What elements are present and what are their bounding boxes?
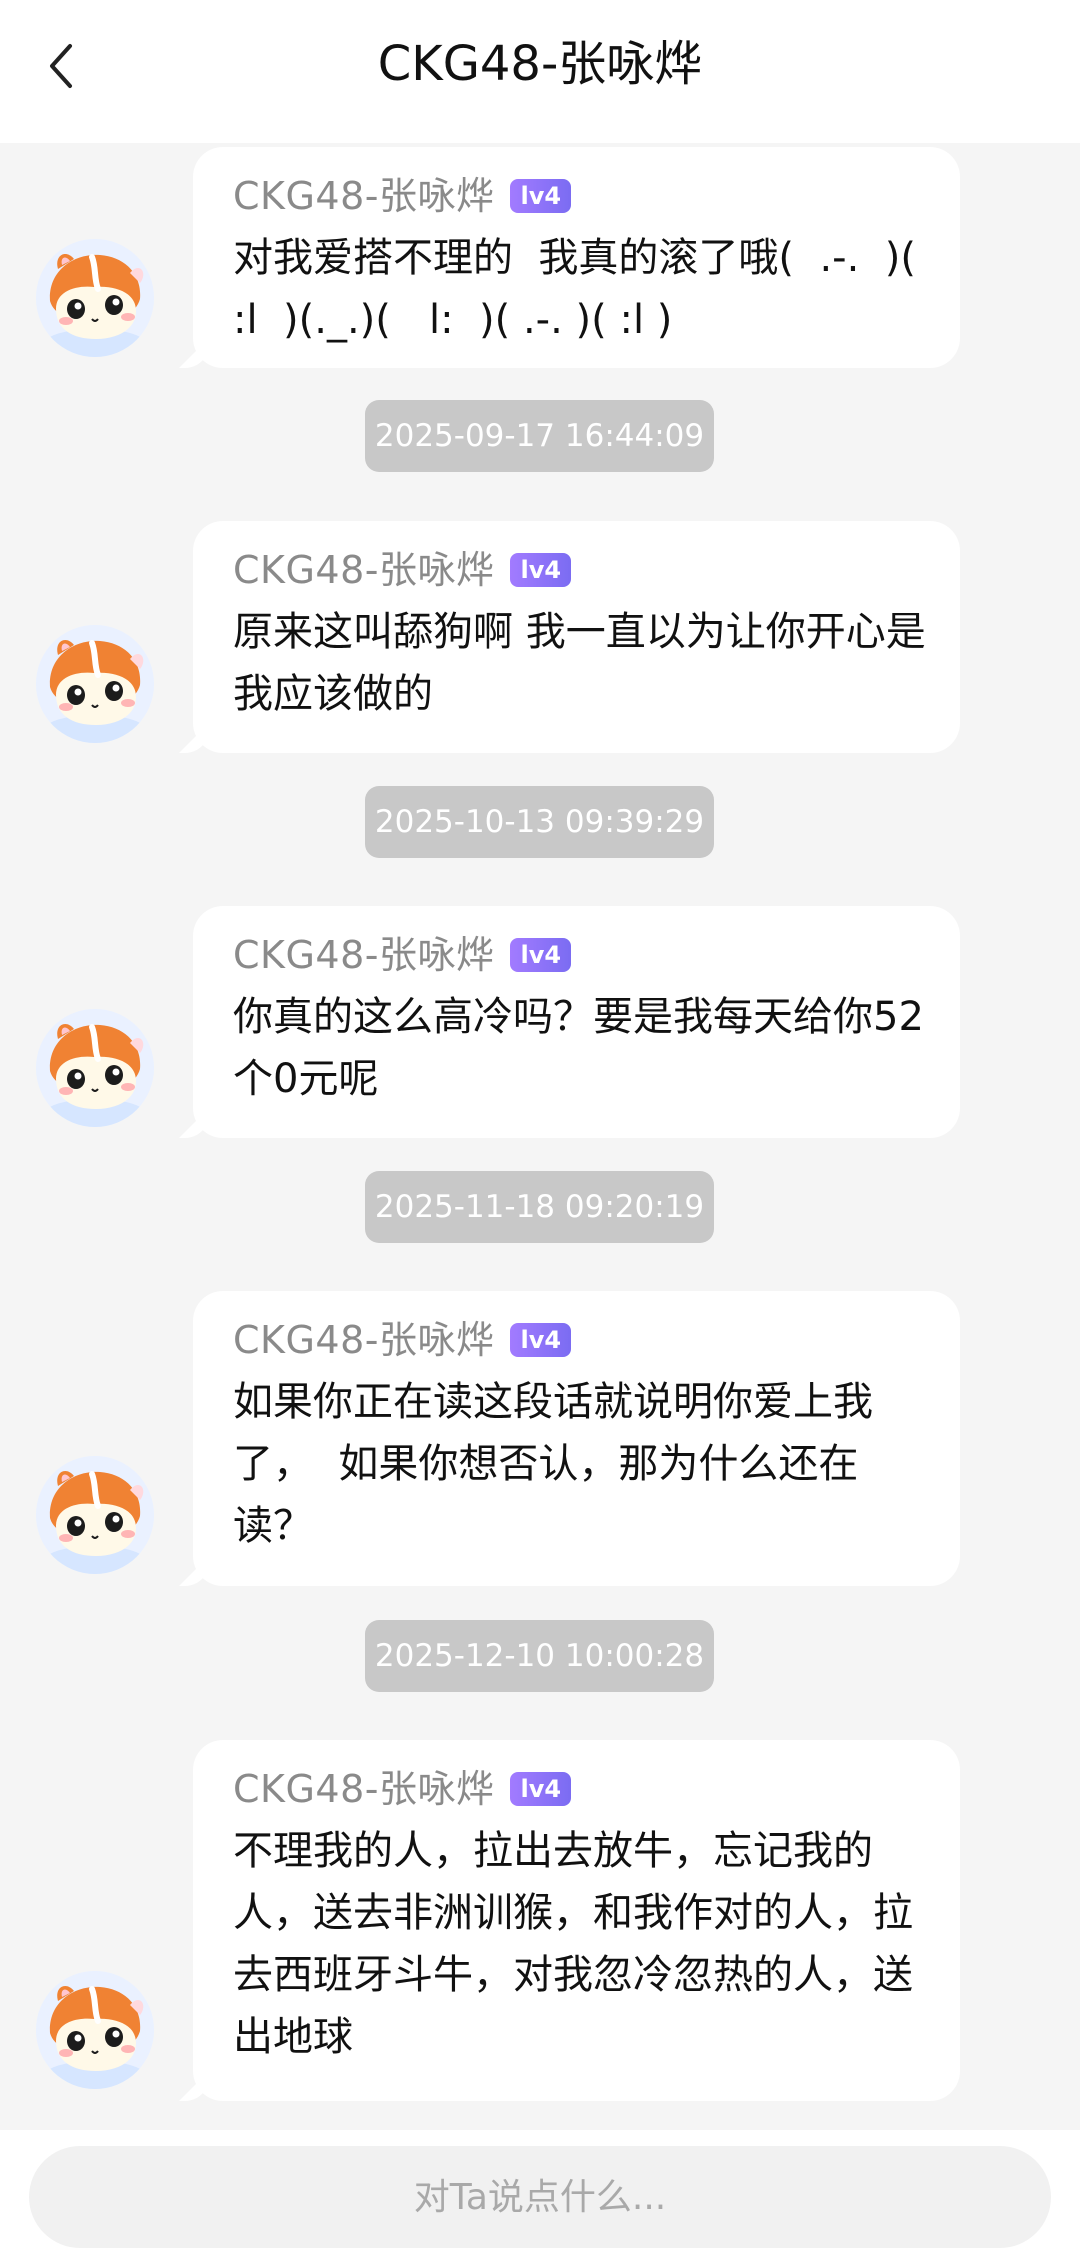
timestamp: 2025-10-13 09:39:29 <box>365 786 714 858</box>
hamster-avatar-icon <box>36 625 154 743</box>
hamster-avatar-icon <box>36 1009 154 1127</box>
sender-name[interactable]: CKG48-张咏烨 <box>233 1313 494 1367</box>
level-badge: lv4 <box>510 1772 572 1806</box>
sender-row: CKG48-张咏烨 lv4 <box>233 1762 934 1816</box>
message-bubble[interactable]: CKG48-张咏烨 lv4 你真的这么高冷吗？要是我每天给你52个0元呢 <box>193 906 960 1138</box>
page-title: CKG48-张咏烨 <box>377 36 703 92</box>
timestamp: 2025-11-18 09:20:19 <box>365 1171 714 1243</box>
message-text: 原来这叫舔狗啊 我一直以为让你开心是我应该做的 <box>233 609 926 717</box>
hamster-avatar-icon <box>36 1971 154 2089</box>
timestamp: 2025-09-17 16:44:09 <box>365 400 714 472</box>
sender-name[interactable]: CKG48-张咏烨 <box>233 1762 494 1816</box>
sender-row: CKG48-张咏烨 lv4 <box>233 1313 934 1367</box>
level-badge: lv4 <box>510 179 572 213</box>
avatar[interactable] <box>36 625 154 743</box>
sender-row: CKG48-张咏烨 lv4 <box>233 169 934 223</box>
message-text: 对我爱搭不理的 我真的滚了哦( .-. )( :l )(._.)( l: )( … <box>233 235 955 343</box>
level-badge: lv4 <box>510 1323 572 1357</box>
hamster-avatar-icon <box>36 239 154 357</box>
message-bubble[interactable]: CKG48-张咏烨 lv4 不理我的人，拉出去放牛，忘记我的人，送去非洲训猴，和… <box>193 1740 960 2101</box>
sender-name[interactable]: CKG48-张咏烨 <box>233 928 494 982</box>
level-badge: lv4 <box>510 938 572 972</box>
message-text: 你真的这么高冷吗？要是我每天给你52个0元呢 <box>233 994 924 1102</box>
message-bubble[interactable]: CKG48-张咏烨 lv4 对我爱搭不理的 我真的滚了哦( .-. )( :l … <box>193 147 960 368</box>
avatar[interactable] <box>36 1971 154 2089</box>
level-badge: lv4 <box>510 553 572 587</box>
top-bar: CKG48-张咏烨 <box>0 0 1080 143</box>
input-bar <box>0 2130 1080 2260</box>
message-bubble[interactable]: CKG48-张咏烨 lv4 如果你正在读这段话就说明你爱上我了， 如果你想否认，… <box>193 1291 960 1586</box>
sender-name[interactable]: CKG48-张咏烨 <box>233 543 494 597</box>
hamster-avatar-icon <box>36 1456 154 1574</box>
chat-list[interactable]: CKG48-张咏烨 lv4 对我爱搭不理的 我真的滚了哦( .-. )( :l … <box>0 143 1080 2130</box>
sender-name[interactable]: CKG48-张咏烨 <box>233 169 494 223</box>
message-bubble[interactable]: CKG48-张咏烨 lv4 原来这叫舔狗啊 我一直以为让你开心是我应该做的 <box>193 521 960 753</box>
sender-row: CKG48-张咏烨 lv4 <box>233 543 934 597</box>
message-input[interactable] <box>29 2146 1051 2248</box>
avatar[interactable] <box>36 1456 154 1574</box>
message-text: 不理我的人，拉出去放牛，忘记我的人，送去非洲训猴，和我作对的人，拉去西班牙斗牛，… <box>233 1828 913 2060</box>
message-text: 如果你正在读这段话就说明你爱上我了， 如果你想否认，那为什么还在读？ <box>233 1379 873 1549</box>
avatar[interactable] <box>36 1009 154 1127</box>
timestamp: 2025-12-10 10:00:28 <box>365 1620 714 1692</box>
sender-row: CKG48-张咏烨 lv4 <box>233 928 934 982</box>
avatar[interactable] <box>36 239 154 357</box>
